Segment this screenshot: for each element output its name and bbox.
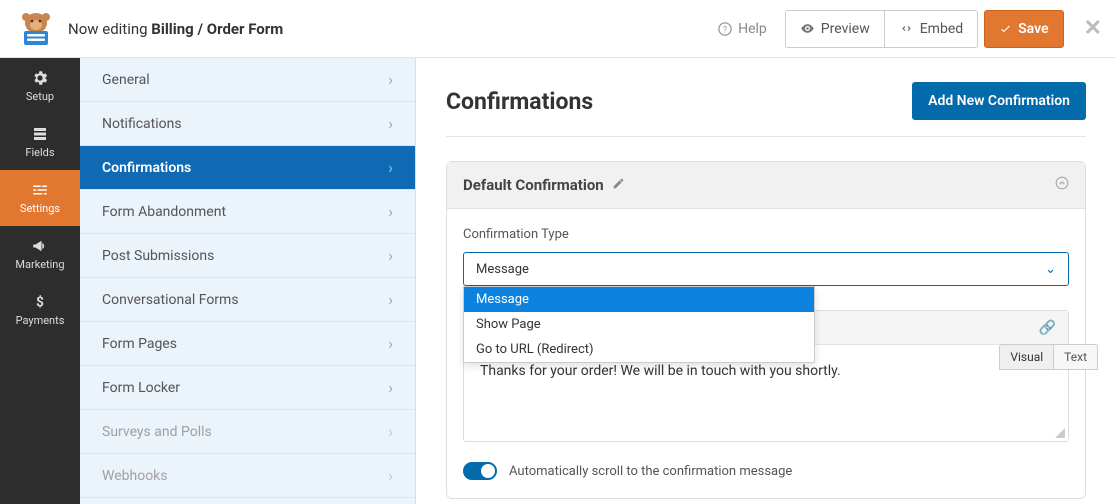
panel-body: Confirmation Type Message ⌄ Message Show… (447, 209, 1085, 498)
add-new-confirmation-button[interactable]: Add New Confirmation (912, 82, 1086, 120)
embed-button[interactable]: Embed (884, 10, 978, 48)
confirmation-type-dropdown: Message Show Page Go to URL (Redirect) (463, 286, 815, 363)
help-label: Help (738, 21, 767, 37)
tab-visual[interactable]: Visual (999, 344, 1053, 370)
option-show-page[interactable]: Show Page (464, 312, 814, 337)
save-label: Save (1018, 21, 1048, 37)
bullhorn-icon (31, 237, 49, 255)
rail-item-fields[interactable]: Fields (0, 114, 80, 170)
chevron-right-icon: › (388, 158, 393, 177)
chevron-right-icon: › (388, 246, 393, 265)
sidebar-item-conversational-forms[interactable]: Conversational Forms › (80, 278, 415, 322)
auto-scroll-row: Automatically scroll to the confirmation… (463, 462, 1069, 480)
confirmation-type-select[interactable]: Message ⌄ (463, 252, 1069, 286)
left-rail: Setup Fields Settings Marketing $ Paymen… (0, 58, 80, 504)
page-header: Confirmations Add New Confirmation (446, 82, 1086, 137)
option-redirect[interactable]: Go to URL (Redirect) (464, 337, 814, 362)
sidebar-item-post-submissions[interactable]: Post Submissions › (80, 234, 415, 278)
confirmation-type-select-wrap: Message ⌄ Message Show Page Go to URL (R… (463, 252, 1069, 286)
message-text: Thanks for your order! We will be in tou… (480, 363, 841, 379)
fields-icon (31, 125, 49, 143)
sidebar-label: Form Pages (102, 336, 177, 352)
auto-scroll-toggle[interactable] (463, 462, 497, 480)
sidebar-label: Notifications (102, 116, 182, 132)
svg-text:?: ? (723, 25, 727, 35)
auto-scroll-label: Automatically scroll to the confirmation… (509, 464, 792, 479)
rail-label: Payments (16, 314, 65, 327)
eye-icon (800, 21, 815, 36)
collapse-icon[interactable] (1055, 176, 1069, 194)
form-name: Billing / Order Form (151, 20, 283, 38)
topbar-actions: ? Help Preview Embed Save ✕ (706, 10, 1102, 48)
panel-title: Default Confirmation (463, 176, 604, 194)
sidebar-item-webhooks[interactable]: Webhooks › (80, 454, 415, 498)
sidebar-label: Surveys and Polls (102, 424, 212, 440)
rail-label: Settings (20, 202, 60, 215)
sidebar-item-form-locker[interactable]: Form Locker › (80, 366, 415, 410)
panel-header: Default Confirmation (447, 162, 1085, 209)
main-content: Confirmations Add New Confirmation Defau… (416, 58, 1116, 504)
select-value: Message (476, 262, 529, 277)
chevron-right-icon: › (388, 70, 393, 89)
chevron-up-circle-icon (1055, 176, 1069, 190)
sidebar-label: Form Abandonment (102, 204, 226, 220)
sliders-icon (31, 181, 49, 199)
code-icon (899, 21, 914, 36)
preview-button[interactable]: Preview (785, 10, 884, 48)
chevron-right-icon: › (388, 466, 393, 485)
help-link[interactable]: ? Help (706, 13, 779, 45)
help-icon: ? (718, 22, 732, 36)
dollar-icon: $ (31, 293, 49, 311)
edit-title-icon[interactable] (612, 176, 625, 194)
chevron-right-icon: › (388, 422, 393, 441)
tab-text[interactable]: Text (1053, 344, 1098, 370)
chevron-right-icon: › (388, 290, 393, 309)
app-logo (14, 9, 58, 49)
sidebar-item-form-abandonment[interactable]: Form Abandonment › (80, 190, 415, 234)
chevron-right-icon: › (388, 378, 393, 397)
sidebar-label: Webhooks (102, 468, 168, 484)
sidebar-item-confirmations[interactable]: Confirmations › (80, 146, 415, 190)
editor-tabs: Visual Text (999, 344, 1098, 370)
confirmation-panel: Default Confirmation Confirmation Type M… (446, 161, 1086, 499)
editing-prefix: Now editing (68, 20, 151, 38)
chevron-down-icon: ⌄ (1045, 262, 1056, 277)
sidebar-item-form-pages[interactable]: Form Pages › (80, 322, 415, 366)
resize-grip-icon[interactable] (1054, 427, 1066, 439)
sidebar-item-notifications[interactable]: Notifications › (80, 102, 415, 146)
rail-label: Setup (26, 90, 54, 103)
now-editing-text: Now editing Billing / Order Form (68, 20, 283, 38)
rail-item-marketing[interactable]: Marketing (0, 226, 80, 282)
link-icon[interactable]: 🔗 (1039, 320, 1056, 336)
rail-label: Fields (25, 146, 54, 159)
chevron-right-icon: › (388, 334, 393, 353)
settings-sidebar: General › Notifications › Confirmations › F… (80, 58, 416, 504)
option-message[interactable]: Message (464, 287, 814, 312)
save-button[interactable]: Save (984, 10, 1063, 48)
sidebar-label: Conversational Forms (102, 292, 239, 308)
close-icon[interactable]: ✕ (1084, 16, 1102, 41)
topbar: Now editing Billing / Order Form ? Help … (0, 0, 1116, 58)
svg-text:$: $ (36, 295, 44, 311)
chevron-right-icon: › (388, 202, 393, 221)
sidebar-label: General (102, 72, 150, 88)
sidebar-label: Form Locker (102, 380, 180, 396)
chevron-right-icon: › (388, 114, 393, 133)
rail-item-settings[interactable]: Settings (0, 170, 80, 226)
rail-item-setup[interactable]: Setup (0, 58, 80, 114)
check-icon (999, 22, 1012, 35)
sidebar-item-general[interactable]: General › (80, 58, 415, 102)
pencil-icon (612, 177, 625, 190)
sidebar-label: Post Submissions (102, 248, 214, 264)
rail-item-payments[interactable]: $ Payments (0, 282, 80, 338)
preview-embed-group: Preview Embed (785, 10, 978, 48)
sidebar-item-surveys[interactable]: Surveys and Polls › (80, 410, 415, 454)
gear-icon (31, 69, 49, 87)
page-title: Confirmations (446, 88, 593, 115)
preview-label: Preview (821, 21, 870, 37)
confirmation-type-label: Confirmation Type (463, 227, 1069, 242)
rail-label: Marketing (15, 258, 64, 271)
sidebar-label: Confirmations (102, 160, 191, 176)
embed-label: Embed (920, 21, 963, 37)
